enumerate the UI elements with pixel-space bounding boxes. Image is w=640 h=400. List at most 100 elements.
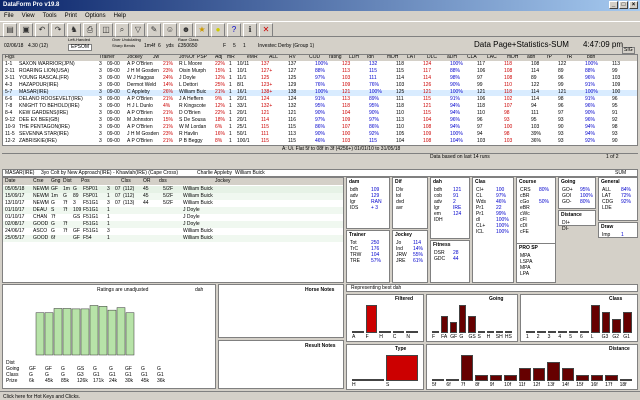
history-col-header[interactable]: Jockey bbox=[215, 179, 231, 184]
menu-print[interactable]: Print bbox=[65, 13, 77, 19]
status-bar[interactable]: Click here for Hot Keys and Clicks. bbox=[0, 391, 640, 400]
runner-col-header[interactable]: aDH bbox=[447, 55, 457, 60]
mini-chart-label: S bbox=[386, 382, 390, 388]
mini-chart-bar bbox=[441, 316, 449, 333]
history-gng: GF bbox=[51, 186, 58, 192]
sum-button[interactable]: SUM bbox=[615, 171, 626, 176]
history-gng: G bbox=[51, 221, 55, 227]
menu-help[interactable]: Help bbox=[114, 13, 126, 19]
clas-value: 100% bbox=[496, 229, 509, 235]
history-col-header[interactable]: Gng bbox=[51, 179, 60, 184]
history-col-header[interactable]: dss bbox=[159, 179, 167, 184]
distance-chart-title: Distance bbox=[609, 346, 630, 352]
history-col-header[interactable]: Pos bbox=[81, 179, 90, 184]
history-col-header[interactable]: Date bbox=[5, 179, 16, 184]
runner-col-header[interactable]: mR bbox=[227, 55, 235, 60]
runner-col-header[interactable]: PSP bbox=[197, 55, 207, 60]
mini-chart-bar bbox=[561, 368, 575, 381]
history-row[interactable]: 02/08/17 GOOD G 7f F51G1 1 J Doyle bbox=[3, 221, 343, 228]
runner-col-header[interactable]: LAC bbox=[487, 55, 497, 60]
runner-jockey: W M Lordan bbox=[179, 124, 207, 130]
toolbar: ▤ ▣ ↶ ↷ ♞ ⎙ ◫ ⌕ ▽ ✎ ☺ ☻ ★ ● ? ℹ ✕ bbox=[0, 21, 640, 37]
prosp-label: LPA bbox=[520, 271, 530, 277]
runner-name: SEVENNA STAR(IRE) bbox=[19, 131, 69, 137]
runner-col-header[interactable]: RV bbox=[289, 55, 296, 60]
runner-col-header[interactable]: Jw bbox=[153, 55, 159, 60]
menu-file[interactable]: File bbox=[4, 13, 14, 19]
runner-col-header[interactable]: rP bbox=[547, 55, 552, 60]
menu-view[interactable]: View bbox=[22, 13, 35, 19]
runner-stat: 96% bbox=[450, 117, 461, 123]
open-icon[interactable]: ▤ bbox=[3, 23, 17, 37]
history-row[interactable]: 01/10/17 DEAU S 7f 109 F51G1 1 J Doyle bbox=[3, 207, 343, 214]
history-row[interactable]: 05/05/18 NEWM GF 1m G F5P01 3 07 (112) 45 5/2F Will… bbox=[3, 186, 343, 193]
menu-tools[interactable]: Tools bbox=[43, 13, 57, 19]
runner-col-header[interactable]: Adj bbox=[215, 55, 222, 60]
exit-icon[interactable]: ✕ bbox=[259, 23, 273, 37]
mini-chart-label: 5 bbox=[569, 334, 572, 340]
data-note: Data based on last 14 runs bbox=[430, 154, 490, 160]
maximize-icon[interactable]: □ bbox=[619, 1, 628, 9]
search-icon[interactable]: ⌕ bbox=[115, 23, 129, 37]
history-col-header[interactable]: Dist bbox=[63, 179, 72, 184]
history-col-header[interactable]: Crse bbox=[33, 179, 44, 184]
help-icon[interactable]: ? bbox=[227, 23, 241, 37]
mini-chart-label: 4 bbox=[558, 334, 562, 340]
runner-col-header[interactable]: Idh bbox=[367, 55, 374, 60]
menu-options[interactable]: Options bbox=[85, 13, 106, 19]
runner-col-header[interactable]: bdh bbox=[587, 55, 595, 60]
undo-icon[interactable]: ↶ bbox=[35, 23, 49, 37]
history-row[interactable]: 13/10/17 NEWM G 7f 3 F51G1 3 07 (113) 44 5/2F Willi… bbox=[3, 200, 343, 207]
runner-stat: 95% bbox=[369, 103, 380, 109]
save-icon[interactable]: ▣ bbox=[19, 23, 33, 37]
trainer-icon[interactable]: ☺ bbox=[163, 23, 177, 37]
mini-chart-label: GS bbox=[468, 334, 476, 340]
runner-stat: 95% bbox=[315, 103, 326, 109]
runner-col-header[interactable]: eMR bbox=[247, 55, 258, 60]
clas-title: Clas bbox=[475, 179, 486, 185]
history-col-header[interactable]: Clss bbox=[121, 179, 131, 184]
runner-col-header[interactable]: LAT bbox=[407, 55, 416, 60]
course-name[interactable]: EPSOM bbox=[68, 44, 93, 51]
history-row[interactable]: 24/06/17 ASCO G 7f GF F51G1 3 William Buick bbox=[3, 228, 343, 235]
runner-col-header[interactable]: Or bbox=[189, 55, 195, 60]
filter-icon[interactable]: ▽ bbox=[131, 23, 145, 37]
runner-price: 100/1 bbox=[237, 138, 250, 144]
history-row[interactable]: 15/09/17 NEWM 1m G 89 F5P01 1 07 (112) 45 5/2F Will… bbox=[3, 193, 343, 200]
runner-col-header[interactable]: CLA bbox=[467, 55, 477, 60]
runner-col-header[interactable]: COD bbox=[309, 55, 320, 60]
info-icon[interactable]: ℹ bbox=[243, 23, 257, 37]
runner-row[interactable]: 12-2 ZABRISKIE(IRE) 3 09-00 A P O'Brien 21% P … bbox=[3, 138, 637, 145]
runner-col-header[interactable]: mDH bbox=[507, 55, 518, 60]
runner-stat: 132 bbox=[288, 103, 297, 109]
redo-icon[interactable]: ↷ bbox=[51, 23, 65, 37]
runner-col-header[interactable]: mDH bbox=[387, 55, 398, 60]
history-row[interactable]: 25/05/17 GOOD 6f GF F54 1 William Buick bbox=[3, 235, 343, 242]
runner-trainer: J H M Gosden bbox=[127, 68, 159, 74]
minimize-icon[interactable]: _ bbox=[609, 1, 618, 9]
runner-col-header[interactable]: ALL bbox=[269, 55, 278, 60]
runner-col-header[interactable]: rR bbox=[567, 55, 572, 60]
runner-col-header[interactable]: DLC bbox=[427, 55, 437, 60]
history-row[interactable]: 01/10/17 CHAN 7f GS F51G1 1 J Doyle bbox=[3, 214, 343, 221]
runner-col-header[interactable]: LDH bbox=[349, 55, 359, 60]
print-icon[interactable]: ⎙ bbox=[83, 23, 97, 37]
runner-col-header[interactable]: Jo% bbox=[179, 55, 189, 60]
runner-col-header[interactable]: adh bbox=[527, 55, 535, 60]
history-col-header[interactable]: OR bbox=[143, 179, 151, 184]
sig-button[interactable]: SIG bbox=[622, 47, 635, 54]
edit-icon[interactable]: ✎ bbox=[147, 23, 161, 37]
runner-col-header[interactable]: Trainer bbox=[99, 55, 115, 60]
horse-icon[interactable]: ♞ bbox=[67, 23, 81, 37]
runner-col-header[interactable]: rating bbox=[329, 55, 342, 60]
runner-number: 11-5 bbox=[5, 131, 15, 137]
bulb-icon[interactable]: ● bbox=[211, 23, 225, 37]
star-icon[interactable]: ★ bbox=[195, 23, 209, 37]
preview-icon[interactable]: ◫ bbox=[99, 23, 113, 37]
runner-col-header[interactable]: Figs bbox=[5, 55, 14, 60]
jockey-icon[interactable]: ☻ bbox=[179, 23, 193, 37]
history-gng: G bbox=[51, 228, 55, 234]
close-icon[interactable]: × bbox=[629, 1, 638, 9]
going-stats-box: Going GO+ 95% GOI 100% GO- 80% bbox=[558, 177, 596, 209]
runner-col-header[interactable]: Jockey bbox=[127, 55, 143, 60]
